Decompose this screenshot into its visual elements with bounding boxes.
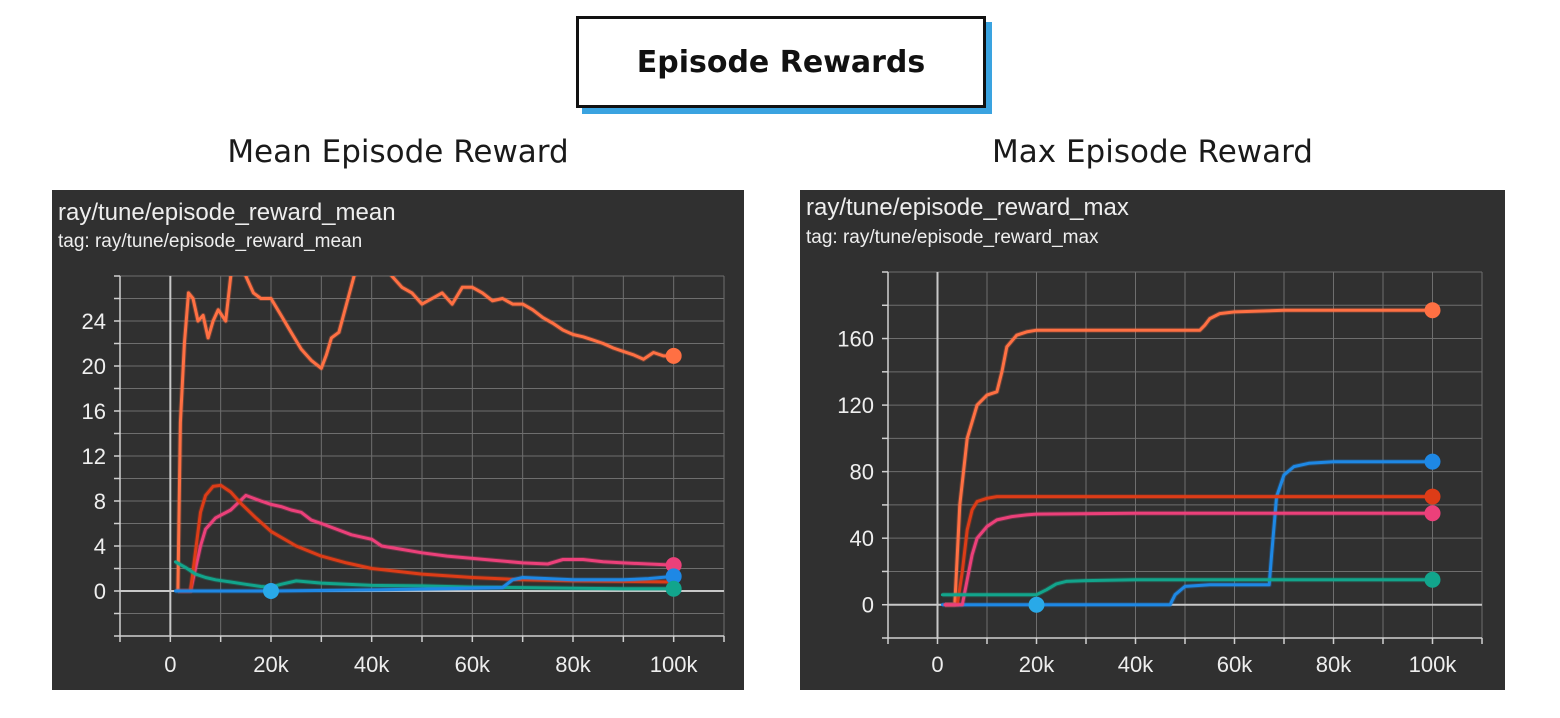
series-line bbox=[940, 460, 1434, 607]
series-line-shadow bbox=[944, 510, 1433, 608]
x-tick-label: 40k bbox=[354, 652, 390, 677]
y-tick-label: 0 bbox=[94, 579, 106, 604]
x-tick-label: 60k bbox=[455, 652, 491, 677]
x-tick-label: 20k bbox=[253, 652, 289, 677]
series-line-shadow bbox=[944, 307, 1433, 608]
chart-subtitle: tag: ray/tune/episode_reward_mean bbox=[58, 231, 362, 252]
x-tick-label: 40k bbox=[1118, 652, 1154, 677]
series-end-marker bbox=[665, 580, 682, 597]
x-tick-label: 100k bbox=[1409, 652, 1458, 677]
page-title: Episode Rewards bbox=[576, 16, 986, 108]
series-end-marker bbox=[1424, 505, 1441, 522]
mean-reward-chart: ray/tune/episode_reward_mean tag: ray/tun… bbox=[52, 190, 744, 690]
y-tick-label: 4 bbox=[94, 534, 106, 559]
y-tick-label: 16 bbox=[82, 399, 106, 424]
chart-title: ray/tune/episode_reward_mean bbox=[58, 199, 396, 226]
chart-subtitle: tag: ray/tune/episode_reward_max bbox=[806, 227, 1099, 248]
series-line bbox=[943, 308, 1434, 607]
y-tick-label: 40 bbox=[850, 526, 874, 551]
x-tick-label: 0 bbox=[164, 652, 176, 677]
mean-reward-chart-svg: ray/tune/episode_reward_mean tag: ray/tun… bbox=[58, 199, 725, 677]
max-reward-chart-svg: ray/tune/episode_reward_max tag: ray/tune… bbox=[806, 194, 1483, 677]
series-end-marker bbox=[1424, 453, 1441, 470]
series-end-marker bbox=[1424, 571, 1441, 588]
x-tick-label: 20k bbox=[1019, 652, 1055, 677]
y-tick-label: 12 bbox=[82, 444, 106, 469]
mean-reward-heading: Mean Episode Reward bbox=[227, 134, 569, 170]
y-tick-label: 80 bbox=[850, 460, 874, 485]
x-tick-label: 80k bbox=[555, 652, 591, 677]
x-tick-label: 0 bbox=[931, 652, 943, 677]
series-end-marker bbox=[1424, 302, 1441, 319]
y-tick-label: 160 bbox=[837, 327, 874, 352]
series-end-marker bbox=[1424, 488, 1441, 505]
y-tick-label: 20 bbox=[82, 354, 106, 379]
y-tick-label: 0 bbox=[862, 593, 874, 618]
series-end-marker bbox=[1028, 596, 1045, 613]
y-tick-label: 24 bbox=[82, 309, 106, 334]
chart-title: ray/tune/episode_reward_max bbox=[806, 194, 1129, 221]
max-reward-heading: Max Episode Reward bbox=[992, 134, 1313, 170]
series-line bbox=[943, 511, 1434, 607]
x-tick-label: 60k bbox=[1217, 652, 1253, 677]
series-end-marker bbox=[665, 347, 682, 364]
series-end-marker bbox=[263, 583, 279, 599]
y-tick-label: 8 bbox=[94, 489, 106, 514]
y-tick-label: 120 bbox=[837, 393, 874, 418]
x-tick-label: 80k bbox=[1316, 652, 1352, 677]
max-reward-chart: ray/tune/episode_reward_max tag: ray/tune… bbox=[800, 190, 1505, 690]
series-line-shadow bbox=[942, 459, 1433, 608]
x-tick-label: 100k bbox=[650, 652, 699, 677]
